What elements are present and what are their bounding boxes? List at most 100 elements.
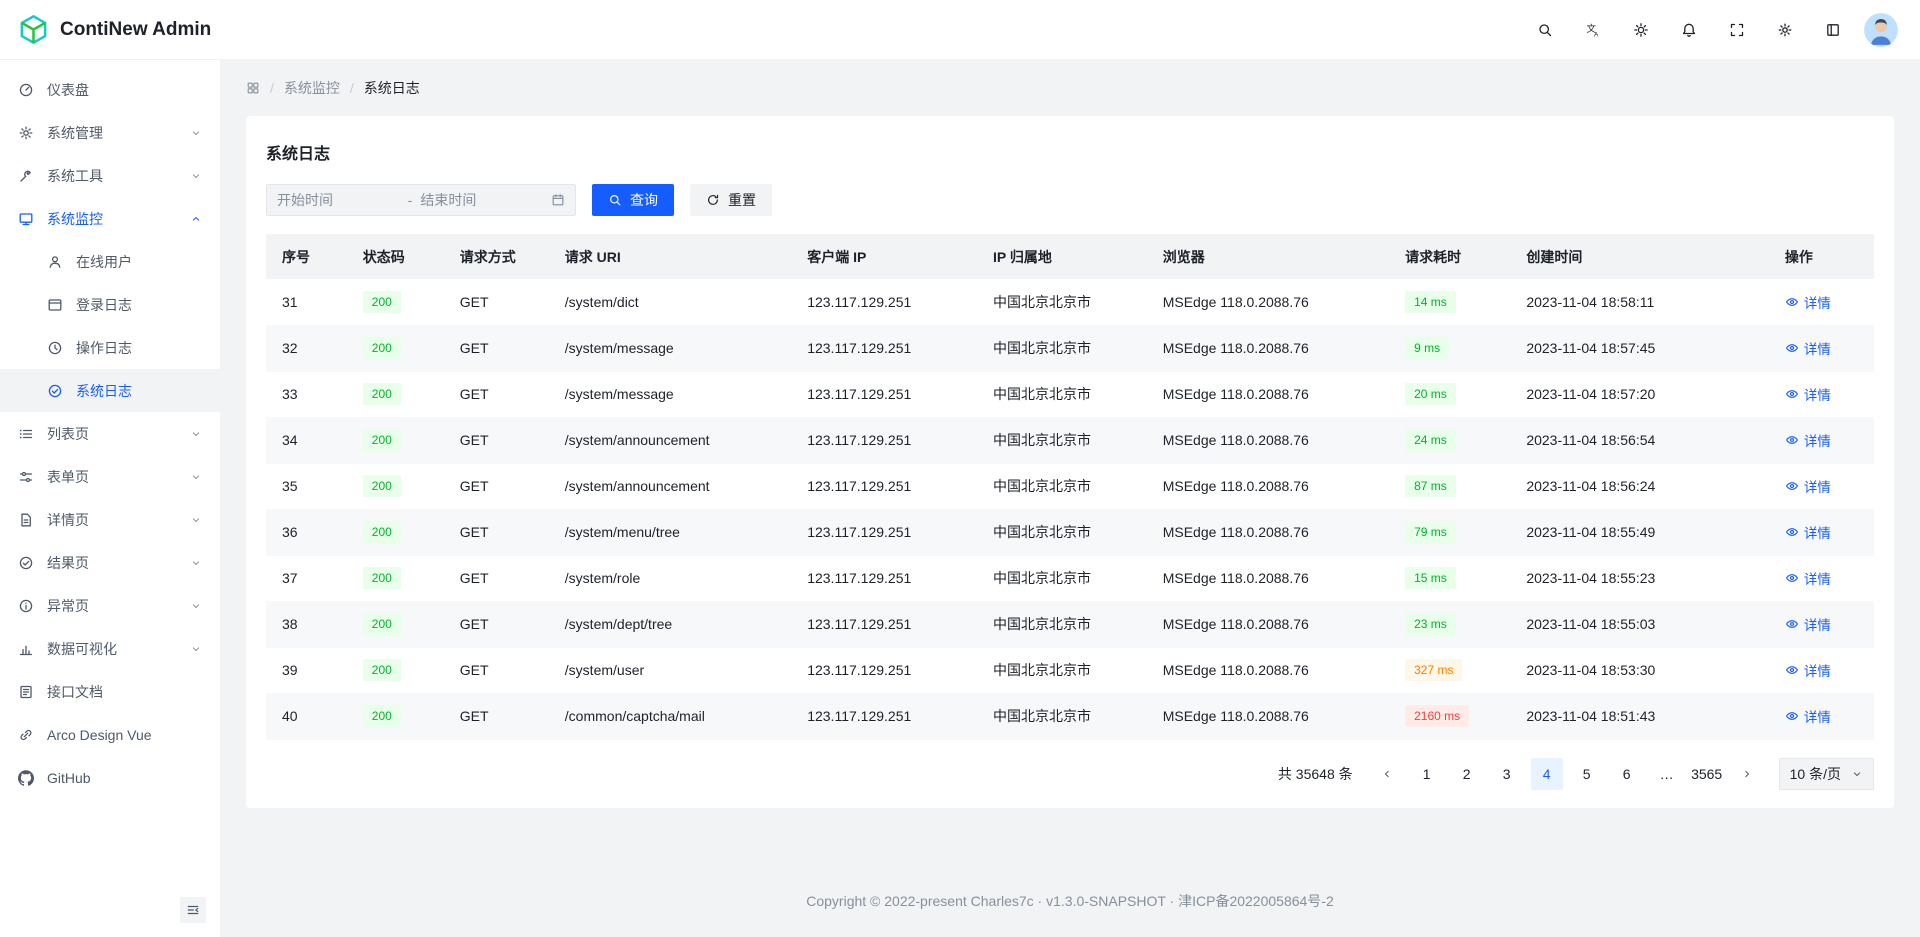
user-avatar[interactable] xyxy=(1864,13,1898,47)
detail-link[interactable]: 详情 xyxy=(1785,384,1831,404)
date-range-picker[interactable]: 开始时间 - 结束时间 xyxy=(266,184,576,216)
eye-icon xyxy=(1786,483,1797,490)
column-header: 浏览器 xyxy=(1147,234,1389,279)
table-row: 33 200 GET /system/message 123.117.129.2… xyxy=(266,371,1874,417)
row-number: 40 xyxy=(282,708,298,724)
cell-uri: /system/dict xyxy=(549,279,791,325)
pagination-next-button[interactable] xyxy=(1731,758,1763,790)
detail-link[interactable]: 详情 xyxy=(1785,430,1831,450)
cell-browser: MSEdge 118.0.2088.76 xyxy=(1147,279,1389,325)
browser-info: MSEdge 118.0.2088.76 xyxy=(1163,294,1309,310)
monitor-icon xyxy=(20,214,32,225)
page-size-select[interactable]: 10 条/页 xyxy=(1779,758,1874,790)
sidebar-item-label: GitHub xyxy=(47,770,91,786)
detail-link[interactable]: 详情 xyxy=(1785,568,1831,588)
cell-ip: 123.117.129.251 xyxy=(791,371,977,417)
log-table-body: 31 200 GET /system/dict 123.117.129.251 … xyxy=(266,279,1874,739)
sidebar-subitem-system-log[interactable]: 系统日志 xyxy=(0,369,220,412)
collapse-sidebar-button[interactable] xyxy=(180,897,206,923)
client-ip: 123.117.129.251 xyxy=(807,524,911,540)
history-icon xyxy=(49,342,60,353)
sidebar-item-arco-design-vue[interactable]: Arco Design Vue xyxy=(0,713,220,756)
pagination-page[interactable]: 5 xyxy=(1571,758,1603,790)
sidebar-item-system-tools[interactable]: 系统工具 xyxy=(0,154,220,197)
pagination-page[interactable]: 3 xyxy=(1491,758,1523,790)
detail-link[interactable]: 详情 xyxy=(1785,660,1831,680)
table-header-row: 序号 状态码 请求方式 请求 URI 客户端 IP IP 归属地 浏览器 请求耗… xyxy=(266,234,1874,279)
cell-method: GET xyxy=(444,647,549,693)
ip-region: 中国北京北京市 xyxy=(993,570,1091,586)
reset-button[interactable]: 重置 xyxy=(690,184,772,216)
breadcrumb-item-system-monitor[interactable]: 系统监控 xyxy=(284,78,340,98)
detail-link[interactable]: 详情 xyxy=(1785,292,1831,312)
search-button[interactable] xyxy=(1528,13,1562,47)
sidebar-item-api-docs[interactable]: 接口文档 xyxy=(0,670,220,713)
pagination-prev-button[interactable] xyxy=(1371,758,1403,790)
settings-button[interactable] xyxy=(1768,13,1802,47)
cell-no: 34 xyxy=(266,417,347,463)
cell-region: 中国北京北京市 xyxy=(977,463,1147,509)
sidebar-subitem-online-users[interactable]: 在线用户 xyxy=(0,240,220,283)
sidebar-item-system-monitor[interactable]: 系统监控 xyxy=(0,197,220,240)
created-time: 2023-11-04 18:53:30 xyxy=(1526,662,1655,678)
sidebar: 仪表盘 系统管理 系统工具 系统监控 在线用户 xyxy=(0,60,220,937)
table-row: 38 200 GET /system/dept/tree 123.117.129… xyxy=(266,601,1874,647)
pagination-page[interactable]: 3565 xyxy=(1691,758,1723,790)
sidebar-item-result-page[interactable]: 结果页 xyxy=(0,541,220,584)
sidebar-item-data-visualization[interactable]: 数据可视化 xyxy=(0,627,220,670)
sidebar-item-exception-page[interactable]: 异常页 xyxy=(0,584,220,627)
table-row: 31 200 GET /system/dict 123.117.129.251 … xyxy=(266,279,1874,325)
system-monitor-submenu: 在线用户 登录日志 操作日志 系统日志 xyxy=(0,240,220,412)
sidebar-item-list-page[interactable]: 列表页 xyxy=(0,412,220,455)
cell-ip: 123.117.129.251 xyxy=(791,279,977,325)
pagination-page[interactable]: 6 xyxy=(1611,758,1643,790)
detail-link-label: 详情 xyxy=(1804,568,1831,588)
pagination-page[interactable]: 1 xyxy=(1411,758,1443,790)
query-button[interactable]: 查询 xyxy=(592,184,674,216)
row-number: 35 xyxy=(282,478,298,494)
request-method: GET xyxy=(460,294,489,310)
search-icon xyxy=(611,196,620,205)
sidebar-item-github[interactable]: GitHub xyxy=(0,756,220,799)
translate-button[interactable] xyxy=(1576,13,1610,47)
cell-status: 200 xyxy=(347,693,444,739)
cell-created: 2023-11-04 18:57:45 xyxy=(1510,325,1769,371)
detail-link[interactable]: 详情 xyxy=(1785,614,1831,634)
apps-grid-icon[interactable] xyxy=(246,81,260,95)
sidebar-item-dashboard[interactable]: 仪表盘 xyxy=(0,68,220,111)
status-badge: 200 xyxy=(363,613,401,635)
sidebar-item-detail-page[interactable]: 详情页 xyxy=(0,498,220,541)
cell-browser: MSEdge 118.0.2088.76 xyxy=(1147,555,1389,601)
table-row: 40 200 GET /common/captcha/mail 123.117.… xyxy=(266,693,1874,739)
sidebar-item-form-page[interactable]: 表单页 xyxy=(0,455,220,498)
layout-button[interactable] xyxy=(1816,13,1850,47)
cell-duration: 20 ms xyxy=(1389,371,1510,417)
cell-created: 2023-11-04 18:56:54 xyxy=(1510,417,1769,463)
client-ip: 123.117.129.251 xyxy=(807,432,911,448)
pagination-page[interactable]: 2 xyxy=(1451,758,1483,790)
cell-action: 详情 xyxy=(1769,463,1874,509)
cell-browser: MSEdge 118.0.2088.76 xyxy=(1147,601,1389,647)
eye-icon xyxy=(1786,713,1797,720)
fullscreen-icon xyxy=(1732,24,1743,35)
fullscreen-button[interactable] xyxy=(1720,13,1754,47)
sidebar-item-label: 列表页 xyxy=(47,424,89,444)
row-number: 39 xyxy=(282,662,298,678)
app-root: ContiNew Admin 仪表盘 xyxy=(0,0,1920,937)
pagination-ellipsis[interactable]: … xyxy=(1651,758,1683,790)
detail-link[interactable]: 详情 xyxy=(1785,338,1831,358)
sidebar-subitem-login-log[interactable]: 登录日志 xyxy=(0,283,220,326)
request-method: GET xyxy=(460,340,489,356)
detail-link[interactable]: 详情 xyxy=(1785,476,1831,496)
detail-link[interactable]: 详情 xyxy=(1785,706,1831,726)
chevron-right-icon xyxy=(1746,771,1749,776)
theme-toggle-button[interactable] xyxy=(1624,13,1658,47)
pagination-page[interactable]: 4 xyxy=(1531,758,1563,790)
table-row: 35 200 GET /system/announcement 123.117.… xyxy=(266,463,1874,509)
detail-link[interactable]: 详情 xyxy=(1785,522,1831,542)
request-method: GET xyxy=(460,432,489,448)
sidebar-item-system-management[interactable]: 系统管理 xyxy=(0,111,220,154)
notifications-button[interactable] xyxy=(1672,13,1706,47)
app-logo-link[interactable]: ContiNew Admin xyxy=(18,14,211,45)
sidebar-subitem-operation-log[interactable]: 操作日志 xyxy=(0,326,220,369)
